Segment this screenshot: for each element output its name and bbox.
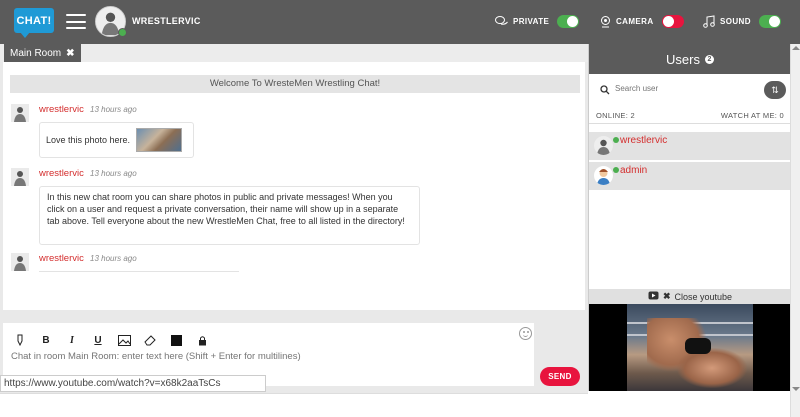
chat-message: wrestlervic 13 hours ago In this new cha… — [11, 168, 571, 248]
users-count-badge: 2 — [704, 54, 714, 64]
eraser-icon[interactable] — [143, 333, 157, 347]
private-label: PRIVATE — [513, 16, 550, 26]
video-frame — [627, 304, 753, 396]
avatar[interactable] — [11, 168, 29, 186]
camera-toggle[interactable]: CAMERA — [598, 14, 684, 28]
sound-toggle[interactable]: SOUND — [702, 14, 781, 28]
online-status-dot — [613, 137, 619, 143]
watch-count: WATCH AT ME: 0 — [720, 111, 784, 120]
menu-icon[interactable] — [66, 14, 86, 29]
tab-label: Main Room — [10, 47, 62, 59]
bold-icon[interactable]: B — [39, 333, 53, 347]
shared-photo-thumbnail[interactable] — [136, 128, 183, 152]
right-bottom-area — [588, 391, 800, 417]
message-text: In this new chat room you can share phot… — [47, 192, 405, 226]
lock-icon[interactable] — [195, 333, 209, 347]
close-icon[interactable]: ✖ — [663, 291, 671, 302]
close-youtube-button[interactable]: Close youtube — [675, 292, 733, 302]
chat-message: wrestlervic 13 hours ago Love this photo… — [11, 104, 571, 164]
send-button[interactable]: SEND — [540, 367, 580, 386]
format-toolbar: B I U — [13, 333, 209, 347]
youtube-icon — [648, 291, 659, 302]
message-username[interactable]: wrestlervic — [39, 168, 84, 179]
message-username[interactable]: wrestlervic — [39, 253, 84, 264]
top-bar: CHAT! WRESTLERVIC PRIVATE CAMERA SOUND — [0, 0, 800, 44]
online-status-dot — [613, 167, 619, 173]
message-time: 13 hours ago — [90, 254, 137, 263]
webcam-icon — [598, 14, 612, 28]
music-note-icon — [702, 14, 716, 28]
pencil-icon[interactable] — [13, 333, 27, 347]
color-swatch[interactable] — [169, 333, 183, 347]
scroll-down-arrow[interactable] — [792, 387, 800, 391]
message-bubble: In this new chat room you can share phot… — [39, 186, 420, 245]
chat-input[interactable] — [11, 351, 511, 362]
chat-logo[interactable]: CHAT! — [14, 8, 54, 38]
users-stats: ONLINE: 2 WATCH AT ME: 0 — [596, 111, 784, 120]
room-tabs: Main Room ✖ — [0, 44, 588, 62]
user-list-item[interactable]: wrestlervic — [589, 132, 791, 160]
divider — [589, 123, 791, 124]
private-switch[interactable] — [557, 14, 580, 28]
message-divider — [39, 271, 239, 272]
avatar — [594, 136, 613, 155]
avatar — [594, 166, 613, 185]
message-text: Love this photo here. — [46, 135, 131, 145]
online-status-dot — [118, 28, 127, 37]
italic-icon[interactable]: I — [65, 333, 79, 347]
online-count: ONLINE: 2 — [596, 111, 635, 120]
chat-message: wrestlervic 13 hours ago — [11, 253, 571, 283]
image-icon[interactable] — [117, 333, 131, 347]
message-username[interactable]: wrestlervic — [39, 104, 84, 115]
avatar[interactable] — [11, 253, 29, 271]
sound-label: SOUND — [720, 16, 751, 26]
current-username[interactable]: WRESTLERVIC — [132, 16, 201, 26]
message-bubble: Love this photo here. — [39, 122, 194, 158]
sound-switch[interactable] — [758, 14, 781, 28]
bottom-strip — [0, 393, 588, 417]
scrollbar[interactable] — [790, 44, 800, 417]
underline-icon[interactable]: U — [91, 333, 105, 347]
status-url: https://www.youtube.com/watch?v=x68k2aaT… — [0, 375, 266, 392]
scroll-up-arrow[interactable] — [792, 46, 800, 50]
youtube-player[interactable] — [589, 304, 791, 396]
close-icon[interactable]: ✖ — [66, 48, 74, 59]
chat-bubbles-icon — [495, 14, 509, 28]
camera-label: CAMERA — [616, 16, 654, 26]
user-list-item[interactable]: admin — [589, 162, 791, 190]
youtube-bar: ✖ Close youtube — [589, 289, 791, 304]
user-name[interactable]: admin — [620, 165, 647, 176]
user-name[interactable]: wrestlervic — [620, 135, 667, 146]
users-header: Users 2 — [589, 44, 791, 74]
users-panel: Users 2 ⇅ ONLINE: 2 WATCH AT ME: 0 wrest… — [588, 44, 791, 417]
tab-main-room[interactable]: Main Room ✖ — [4, 44, 81, 62]
chat-messages: Welcome To WresteMen Wrestling Chat! wre… — [3, 62, 585, 310]
avatar[interactable] — [11, 104, 29, 122]
sort-icon[interactable]: ⇅ — [764, 81, 786, 99]
camera-switch[interactable] — [661, 14, 684, 28]
emoji-icon[interactable] — [519, 327, 532, 340]
users-title: Users — [666, 51, 700, 67]
welcome-banner: Welcome To WresteMen Wrestling Chat! — [10, 75, 580, 93]
search-icon — [600, 85, 610, 95]
message-time: 13 hours ago — [90, 105, 137, 114]
search-input[interactable] — [615, 84, 755, 93]
private-toggle[interactable]: PRIVATE — [495, 14, 580, 28]
message-time: 13 hours ago — [90, 169, 137, 178]
